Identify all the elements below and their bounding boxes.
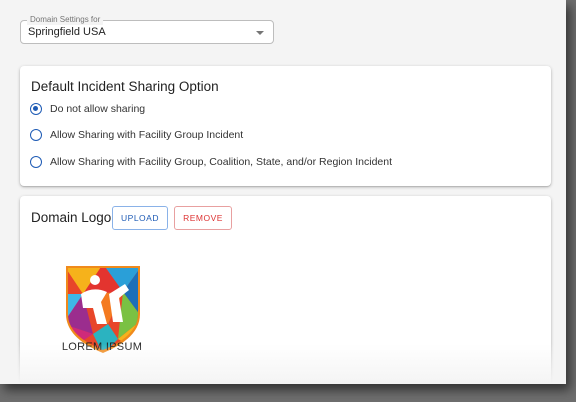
domain-select-label: Domain Settings for [27,15,104,25]
radio-label: Do not allow sharing [50,103,146,115]
logo-card-title: Domain Logo [31,210,112,225]
radio-option-facility-group[interactable]: Allow Sharing with Facility Group Incide… [30,127,243,143]
settings-page: Domain Settings for Springfield USA Defa… [0,0,566,384]
sharing-option-card: Default Incident Sharing Option Do not a… [20,66,551,186]
radio-label: Allow Sharing with Facility Group Incide… [50,129,244,141]
radio-label: Allow Sharing with Facility Group, Coali… [50,156,393,168]
radio-button[interactable] [30,103,42,115]
chevron-down-icon[interactable] [256,31,264,35]
sharing-card-title: Default Incident Sharing Option [31,79,219,94]
remove-button[interactable]: REMOVE [174,206,232,230]
domain-logo-card: Domain Logo UPLOAD REMOVE LOREM IPSUM [20,196,551,384]
radio-option-no-sharing[interactable]: Do not allow sharing [30,101,145,117]
radio-button[interactable] [30,156,42,168]
radio-button[interactable] [30,129,42,141]
logo-caption: LOREM IPSUM [61,341,143,353]
domain-select-value: Springfield USA [28,26,106,38]
upload-button[interactable]: UPLOAD [112,206,168,230]
radio-option-facility-group-coalition[interactable]: Allow Sharing with Facility Group, Coali… [30,154,392,170]
domain-select[interactable]: Domain Settings for Springfield USA [20,15,274,44]
